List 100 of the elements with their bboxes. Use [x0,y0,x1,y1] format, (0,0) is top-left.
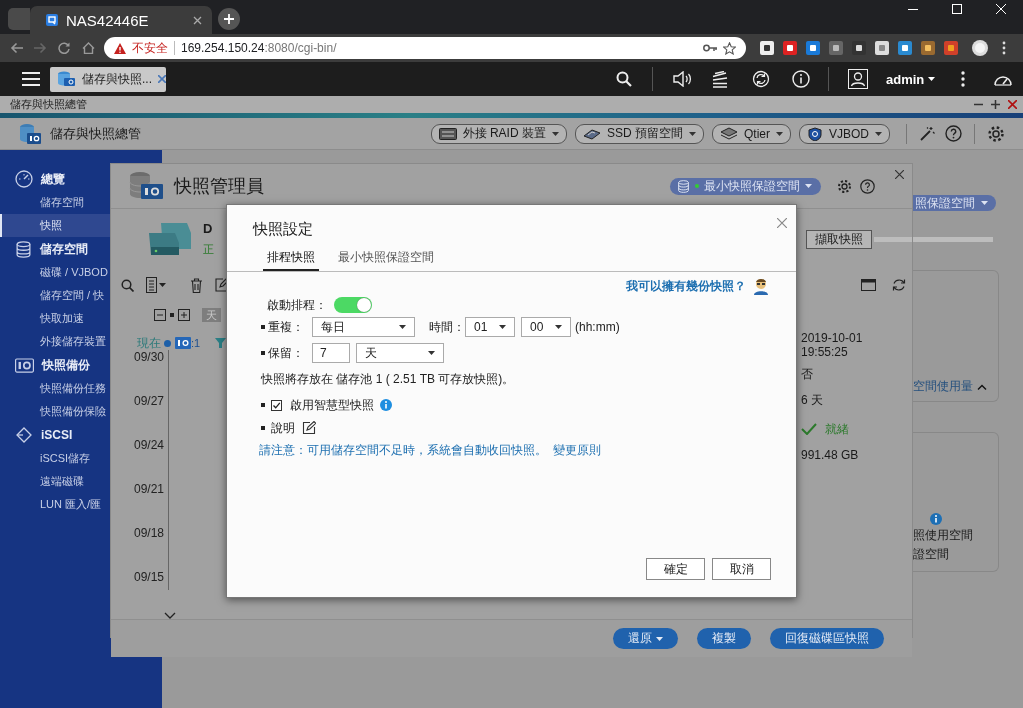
guarantee-space-button[interactable]: 照保證空間 [913,195,996,211]
change-policy-link[interactable]: 變更原則 [553,441,601,459]
snapshot-marker [215,338,227,348]
window-icon[interactable] [861,279,876,291]
chevron-up-icon [977,383,987,390]
info-icon[interactable] [792,70,810,88]
database-snapshot-icon [18,122,42,145]
action-button[interactable]: 還原 [613,628,678,649]
toolbar-dropdown[interactable]: Qtier [711,123,791,144]
bullet-icon [261,426,265,430]
window-title: 快照管理員 [174,175,264,198]
sidebar-item[interactable]: 快照備份任務 [0,377,110,400]
square-logo-icon [46,14,58,26]
edit-icon[interactable] [302,421,316,435]
sidebar-item[interactable]: 遠端磁碟 [0,470,110,493]
sidebar-group[interactable]: 儲存空間 [0,237,110,261]
maximize-icon[interactable] [991,100,1000,109]
sidebar-group[interactable]: iSCSI [0,423,110,447]
more-icon[interactable] [961,71,966,87]
extension-icon[interactable] [806,41,820,55]
caret-icon [688,131,696,136]
extension-icon[interactable] [760,41,774,55]
search-icon[interactable] [121,278,134,292]
menu-icon[interactable] [1002,41,1006,55]
checkbox-icon [271,399,282,411]
settings-icon[interactable] [837,178,852,194]
snapshot-icon [175,337,191,349]
storage-note: 快照將存放在 儲存池 1 ( 2.51 TB 可存放快照)。 [260,371,516,387]
toolbar-dropdown[interactable]: 外接 RAID 裝置 [430,123,567,144]
app-tab[interactable]: 儲存與快照... [50,66,166,92]
extension-icon[interactable] [783,41,797,55]
toolbar-dropdown[interactable]: VJBOD [799,123,890,144]
date-label: 09/24 [132,438,165,454]
user-menu[interactable]: admin [886,71,925,87]
magic-wand-icon[interactable] [919,125,935,142]
retain-unit-dropdown[interactable]: 天 [356,343,444,363]
guarantee-space-button[interactable]: 最小快照保證空間 [670,177,821,195]
app-title: 儲存與快照總管 [50,124,141,143]
extension-icon[interactable] [852,41,866,55]
date-label: 09/21 [132,482,165,498]
chevron-down-icon[interactable] [164,612,176,619]
field-label: 啟動排程： [267,296,328,314]
checkbox[interactable] [271,399,282,411]
dialog-button[interactable]: 取消 [712,558,771,580]
home-icon[interactable] [81,42,95,54]
disk-drive-icon [147,221,193,257]
reload-icon[interactable] [58,42,70,54]
caret-icon [159,283,166,287]
help-icon[interactable] [860,178,875,194]
volume-name: D [203,221,214,236]
help-icon[interactable] [945,125,962,142]
list-view-dropdown[interactable] [146,277,166,293]
dialog-button[interactable]: 確定 [646,558,705,580]
caret-icon [428,351,435,355]
address-bar[interactable]: 不安全 169.254.150.24:8080/cgi-bin/ [104,37,746,59]
speaker-icon[interactable] [673,71,692,87]
repeat-dropdown[interactable]: 每日 [312,317,415,337]
expand-icon[interactable] [178,309,190,321]
key-icon[interactable] [703,44,717,52]
sidebar-item[interactable]: 磁碟 / VJBOD [0,261,110,284]
back-arrow-icon[interactable] [9,42,23,54]
browser-tab[interactable]: NAS42446E [30,6,212,34]
settings-icon[interactable] [987,124,1005,143]
date-label: 09/30 [132,350,165,366]
minute-dropdown[interactable]: 00 [521,317,571,337]
action-button[interactable]: 回復磁碟區快照 [770,628,884,649]
help-link[interactable]: 我可以擁有幾份快照？ [626,277,746,295]
retain-count-field[interactable]: 7 [312,343,350,363]
menu-icon[interactable] [22,72,40,86]
sidebar-item[interactable]: iSCSI儲存 [0,447,110,470]
sync-icon[interactable] [752,70,770,88]
sidebar-item[interactable]: 儲存空間 [0,191,110,214]
plus-icon [224,14,234,24]
sidebar-item[interactable]: LUN 匯入/匯 [0,493,110,516]
search-icon[interactable] [616,71,632,87]
sidebar-item[interactable]: 快照 [0,214,110,237]
toolbar-dropdown[interactable]: SSD 預留空間 [574,123,704,144]
new-tab-button[interactable] [218,8,240,30]
sidebar-item[interactable]: 快照備份保險 [0,400,110,423]
toggle-switch[interactable] [334,297,372,313]
stack-icon[interactable] [712,70,728,88]
user-icon[interactable] [848,69,868,89]
sidebar-item[interactable]: 儲存空間 / 快 [0,284,110,307]
checkbox-label: 啟用智慧型快照 [290,396,374,414]
sidebar-item[interactable]: 快取加速 [0,307,110,330]
trash-icon[interactable] [190,277,203,293]
take-snapshot-button[interactable]: 擷取快照 [806,229,872,249]
tab[interactable]: 排程快照 [263,249,319,271]
sidebar-group[interactable]: 總覽 [0,167,110,191]
sidebar-group[interactable]: 快照備份 [0,353,110,377]
refresh-icon[interactable] [892,278,906,292]
list-icon [146,277,157,293]
tab[interactable]: 最小快照保證空間 [334,249,438,271]
hour-dropdown[interactable]: 01 [465,317,515,337]
collapse-icon[interactable] [154,309,166,321]
sidebar-item[interactable]: 外接儲存裝置 [0,330,110,353]
profile-avatar-icon[interactable] [972,40,988,56]
caret-icon [776,131,783,136]
action-button[interactable]: 複製 [697,628,751,649]
star-icon[interactable] [723,41,736,55]
